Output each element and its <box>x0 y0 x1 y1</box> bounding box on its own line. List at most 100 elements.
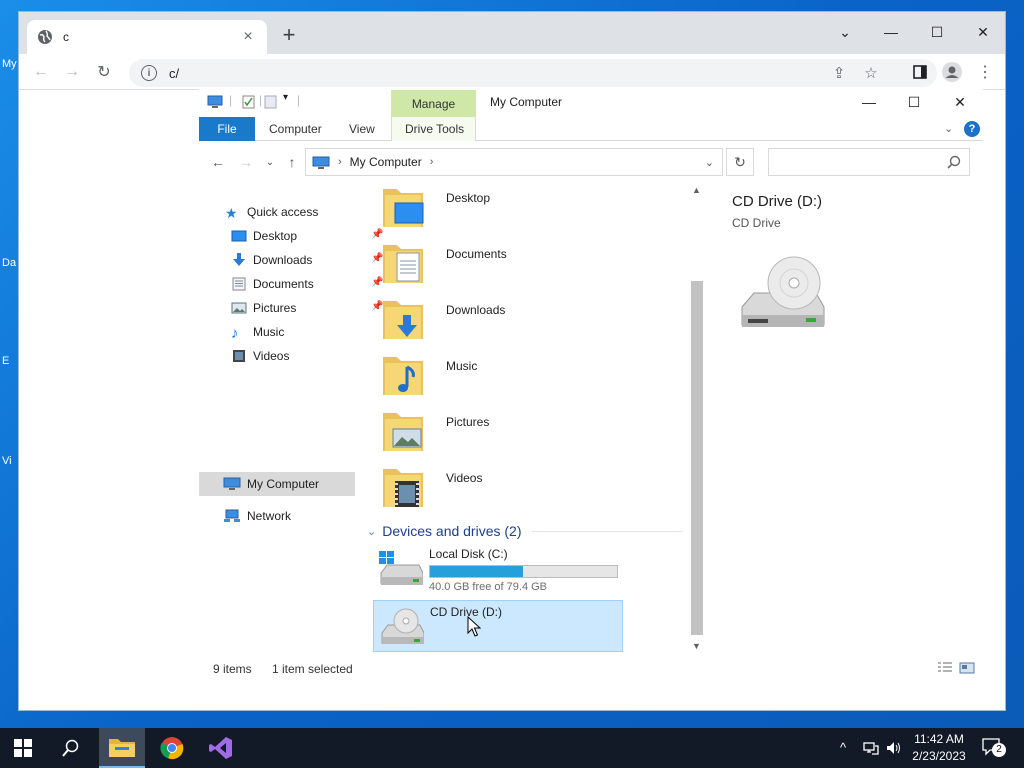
explorer-minimize-button[interactable]: — <box>849 91 889 113</box>
details-view-icon[interactable] <box>937 661 953 675</box>
explorer-address-bar[interactable]: › My Computer › ⌄ <box>305 148 723 176</box>
manage-contextual-tab[interactable]: Manage <box>391 90 476 117</box>
folder-item[interactable]: Pictures <box>383 409 683 459</box>
quick-access-toolbar: | | ▾ | Manage My Computer — ☐ ✕ <box>199 89 983 117</box>
up-arrow-icon[interactable]: ↑ <box>283 154 301 170</box>
large-icons-view-icon[interactable] <box>959 661 975 675</box>
computer-icon <box>312 156 330 169</box>
tab-computer[interactable]: Computer <box>269 117 322 141</box>
nav-videos[interactable]: Videos <box>231 345 289 367</box>
url-text: c/ <box>169 65 180 81</box>
nav-quick-access[interactable]: ★ Quick access <box>225 201 318 223</box>
new-folder-icon[interactable] <box>263 95 279 109</box>
maximize-button[interactable]: ☐ <box>914 18 960 46</box>
scroll-down-icon[interactable]: ▼ <box>692 641 701 651</box>
close-button[interactable]: ✕ <box>960 18 1006 46</box>
drive-name: CD Drive (D:) <box>430 605 502 619</box>
show-hidden-icons-icon[interactable]: ^ <box>840 740 846 755</box>
action-center-button[interactable]: 2 <box>982 738 1008 758</box>
folder-name: Videos <box>446 471 483 485</box>
nav-label: Videos <box>253 349 290 363</box>
chrome-taskbar-button[interactable] <box>149 728 195 768</box>
forward-arrow-icon[interactable]: → <box>237 154 255 170</box>
visual-studio-icon <box>209 737 232 759</box>
folder-item[interactable]: Documents <box>383 241 683 291</box>
downloads-folder-icon <box>383 301 423 339</box>
toolbar-separator: | <box>229 93 233 107</box>
desktop-icon-label[interactable]: E <box>2 355 9 367</box>
tab-file[interactable]: File <box>199 117 255 141</box>
back-arrow-icon[interactable]: ← <box>209 154 227 170</box>
help-icon[interactable]: ? <box>964 121 980 137</box>
folder-item[interactable]: Music <box>383 353 683 403</box>
nav-documents[interactable]: Documents 📌 <box>231 273 383 295</box>
nav-label: Downloads <box>253 253 313 267</box>
scroll-up-icon[interactable]: ▲ <box>692 185 701 195</box>
devices-group-header[interactable]: ⌄ Devices and drives (2) <box>367 521 683 541</box>
breadcrumb-chevron-icon[interactable]: › <box>338 156 342 168</box>
properties-icon[interactable] <box>241 95 257 109</box>
side-panel-icon[interactable] <box>909 61 931 83</box>
window-title: My Computer <box>490 95 563 109</box>
share-icon[interactable]: ⇪ <box>829 63 849 83</box>
scroll-thumb[interactable] <box>691 281 703 635</box>
nav-network[interactable]: Network <box>223 505 291 527</box>
vertical-scrollbar[interactable]: ▲ ▼ <box>689 185 705 655</box>
tab-drive-tools[interactable]: Drive Tools <box>405 117 464 141</box>
menu-kebab-icon[interactable]: ⋮ <box>974 61 996 83</box>
explorer-maximize-button[interactable]: ☐ <box>894 91 934 113</box>
browser-tab[interactable]: c × <box>27 20 267 54</box>
breadcrumb-my-computer[interactable]: My Computer <box>350 155 422 169</box>
folder-item[interactable]: Downloads <box>383 297 683 347</box>
new-tab-button[interactable]: + <box>277 24 301 48</box>
bookmark-star-icon[interactable]: ☆ <box>861 63 881 83</box>
tab-close-icon[interactable]: × <box>239 28 257 46</box>
desktop-folder-icon <box>383 189 424 227</box>
tab-search-icon[interactable]: ⌄ <box>822 18 868 46</box>
ribbon-expand-chevron-icon[interactable]: ⌄ <box>944 122 953 135</box>
folder-item[interactable]: Desktop <box>383 185 683 235</box>
tab-strip: c × + ⌄ — ☐ ✕ <box>19 12 1005 54</box>
network-tray-icon[interactable] <box>863 740 879 756</box>
nav-downloads[interactable]: Downloads 📌 <box>231 249 383 271</box>
minimize-button[interactable]: — <box>868 18 914 46</box>
start-button[interactable] <box>0 728 46 768</box>
explorer-close-button[interactable]: ✕ <box>940 91 980 113</box>
search-input[interactable] <box>768 148 970 176</box>
address-dropdown-icon[interactable]: ⌄ <box>705 156 714 169</box>
drive-item-d[interactable]: CD Drive (D:) <box>373 600 623 652</box>
file-explorer-taskbar-button[interactable] <box>99 728 145 768</box>
group-divider <box>531 530 683 532</box>
mouse-cursor-icon <box>467 616 481 637</box>
network-icon <box>224 509 240 522</box>
nav-pictures[interactable]: Pictures 📌 <box>231 297 383 319</box>
reload-icon[interactable]: ↻ <box>93 61 115 83</box>
customize-qat-icon[interactable]: ▾ <box>283 92 288 103</box>
disk-usage-bar <box>429 565 618 578</box>
visual-studio-taskbar-button[interactable] <box>198 728 244 768</box>
preview-pane: CD Drive (D:) CD Drive <box>732 193 972 393</box>
nav-desktop[interactable]: Desktop 📌 <box>231 225 383 247</box>
search-icon <box>62 739 79 757</box>
site-info-icon[interactable]: i <box>141 65 157 81</box>
refresh-icon[interactable]: ↻ <box>726 148 754 176</box>
desktop-icon-label[interactable]: Da <box>2 257 16 269</box>
recent-locations-icon[interactable]: ⌄ <box>261 154 279 170</box>
back-icon[interactable]: ← <box>30 61 52 83</box>
collapse-chevron-icon[interactable]: ⌄ <box>367 525 376 538</box>
forward-icon[interactable]: → <box>61 61 83 83</box>
tab-view[interactable]: View <box>349 117 375 141</box>
breadcrumb-chevron-icon[interactable]: › <box>430 156 434 168</box>
drive-item-c[interactable]: Local Disk (C:) 40.0 GB free of 79.4 GB <box>373 543 623 595</box>
nav-music[interactable]: ♪ Music <box>231 321 284 343</box>
profile-avatar-icon[interactable] <box>941 61 963 83</box>
system-clock[interactable]: 11:42 AM 2/23/2023 <box>908 731 970 765</box>
desktop-icon-label[interactable]: My <box>2 58 17 70</box>
desktop-icon-label[interactable]: Vi <box>2 455 12 467</box>
folder-item[interactable]: Videos <box>383 465 683 515</box>
search-button[interactable] <box>48 728 94 768</box>
volume-icon[interactable] <box>886 740 902 756</box>
nav-my-computer[interactable]: My Computer <box>223 473 319 495</box>
address-bar[interactable]: i c/ ⇪ ☆ <box>129 59 937 87</box>
nav-label: Desktop <box>253 229 298 243</box>
